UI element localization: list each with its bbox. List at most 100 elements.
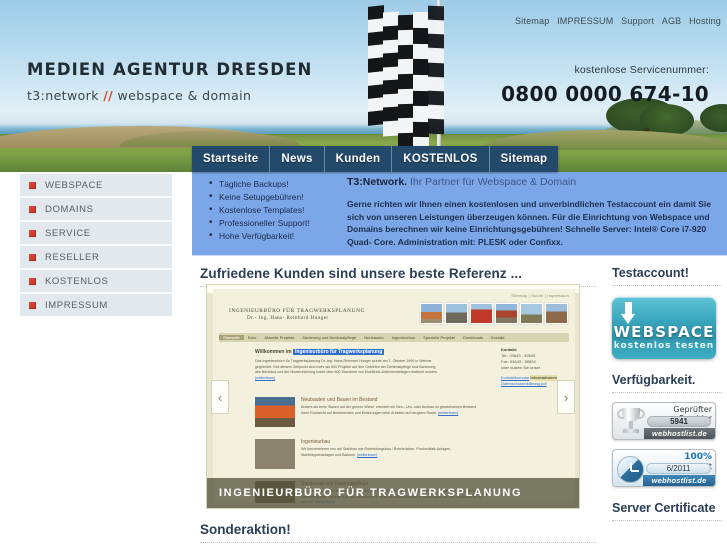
square-bullet-icon [29, 301, 36, 309]
square-bullet-icon [29, 253, 36, 261]
sidebar-item-label: WEBSPACE [45, 179, 103, 191]
carousel-next-button[interactable]: › [557, 380, 575, 414]
promo-body-text: Gerne richten wir Ihnen einen kostenlose… [347, 199, 711, 247]
shot-nav-buero: Büro [247, 335, 257, 340]
carousel-prev-button[interactable]: ‹ [211, 380, 229, 414]
logo-tagline: t3:network // webspace & domain [27, 87, 312, 103]
shot-nav-neubauten: Neubauten [364, 335, 384, 340]
sidebar-item-domains[interactable]: DOMAINS [20, 198, 172, 220]
webspace-button-line2: kostenlos testen [613, 341, 715, 351]
shot-firm-line1: INGENIEURBÜRO FÜR TRAGWERKSPLANUNG [229, 308, 366, 314]
right-sidebar: Testaccount! WEBSPACE kostenlos testen V… [612, 256, 722, 545]
rsb-divider [612, 520, 722, 521]
shot-utility-nav: Sitemap | Suche | Impressum [511, 293, 569, 298]
badge2-source: webhostlist.de [643, 475, 715, 486]
section-title-sonderaktion: Sonderaktion! [200, 522, 291, 537]
page-title: Zufriedene Kunden sind unsere beste Refe… [200, 266, 523, 281]
sidebar-item-label: IMPRESSUM [45, 299, 108, 311]
shot-contact-note: oder nutzen Sie unser [501, 365, 541, 370]
section-divider [200, 542, 596, 543]
trophy-icon [617, 407, 645, 437]
badge1-source: webhostlist.de [644, 428, 715, 439]
service-number: 0800 0000 674-10 [501, 82, 709, 106]
topnav-support[interactable]: Support [621, 16, 654, 26]
main-navigation[interactable]: Startseite News Kunden KOSTENLOS Sitemap [192, 146, 559, 172]
shot-nav-projekte: Aktuelle Projekte [264, 335, 295, 340]
badge2-value: 6/2011 [646, 463, 711, 474]
square-bullet-icon [29, 229, 36, 237]
page-root: Sitemap IMPRESSUM Support AGB Hosting ME… [0, 0, 727, 545]
customer-website-screenshot: Sitemap | Suche | Impressum INGENIEURBÜR… [213, 289, 575, 503]
nav-sitemap[interactable]: Sitemap [490, 146, 559, 172]
sidebar-item-label: RESELLER [45, 251, 100, 263]
topnav-hosting[interactable]: Hosting [689, 16, 721, 26]
promo-bullet: Tägliche Backups! [209, 177, 310, 191]
promo-bullet: Hohe Verfügbarkeit! [209, 229, 310, 243]
availability-title: Verfügbarkeit. [612, 373, 696, 387]
main-content: Zufriedene Kunden sind unsere beste Refe… [192, 256, 604, 545]
service-label: kostenlose Servicenummer: [574, 64, 709, 76]
square-bullet-icon [29, 205, 36, 213]
logo-slash: // [103, 87, 114, 103]
site-logo[interactable]: MEDIEN AGENTUR DRESDEN t3:network // web… [27, 60, 313, 103]
sidebar-item-impressum[interactable]: IMPRESSUM [20, 294, 172, 316]
webhostlist-availability-badge[interactable]: 100% Verfügbarkeit 6/2011 webhostlist.de [612, 449, 716, 487]
square-bullet-icon [29, 277, 36, 285]
shot-welcome: Willkommen im Ingenieurbüro für Tragwerk… [255, 349, 385, 355]
sidebar-item-service[interactable]: SERVICE [20, 222, 172, 244]
testaccount-title: Testaccount! [612, 266, 689, 280]
sidebar-item-label: DOMAINS [45, 203, 94, 215]
arrow-down-icon [621, 302, 635, 324]
sidebar-item-webspace[interactable]: WEBSPACE [20, 174, 172, 196]
shot-block-text: Wir konzentrieren uns auf Stahlbau wie R… [301, 447, 481, 458]
badge1-value: 5941 [647, 416, 711, 427]
sidebar-item-reseller[interactable]: RESELLER [20, 246, 172, 268]
shot-thumb [545, 303, 568, 324]
rsb-divider [612, 392, 722, 393]
shot-thumb [495, 303, 518, 324]
nav-kunden[interactable]: Kunden [325, 146, 393, 172]
shot-intro-body: Das Ingenieurbüro für Tragwerksplanung D… [255, 359, 438, 374]
logo-title: MEDIEN AGENTUR DRESDEN [27, 60, 313, 79]
logo-suffix: webspace & domain [117, 87, 252, 103]
shot-nav-kontakt: Kontakt [490, 335, 505, 340]
shot-thumb [445, 303, 468, 324]
checkered-flag-icon [368, 0, 446, 155]
shot-thumb [520, 303, 543, 324]
sidebar-item-kostenlos[interactable]: KOSTENLOS [20, 270, 172, 292]
nav-kostenlos[interactable]: KOSTENLOS [392, 146, 490, 172]
shot-block-text: Anders als beim 'Bauen auf der grünen Wi… [301, 405, 481, 416]
badge2-percent: 100% [684, 452, 712, 462]
nav-startseite[interactable]: Startseite [192, 146, 271, 172]
shot-block-link: [weiterlesen] [438, 410, 459, 415]
reference-carousel[interactable]: Sitemap | Suche | Impressum INGENIEURBÜR… [206, 284, 580, 509]
shot-firm-name: INGENIEURBÜRO FÜR TRAGWERKSPLANUNG Dr.- … [229, 307, 365, 323]
promo-bullet: Professioneller Support! [209, 216, 310, 230]
topnav-sitemap[interactable]: Sitemap [515, 16, 549, 26]
promo-feature-list: Tägliche Backups! Keine Setupgebühren! K… [205, 177, 310, 243]
webspace-test-button[interactable]: WEBSPACE kostenlos testen [612, 297, 716, 359]
shot-contact-link: Kontaktformular [501, 375, 530, 380]
logo-prefix: t3:network [27, 87, 99, 103]
shot-nav-sanierung: Sanierung und Denkmalpflege [302, 335, 357, 340]
shot-nav-downloads: Downloads [463, 335, 483, 340]
webspace-button-line1: WEBSPACE [613, 323, 715, 341]
topnav-agb[interactable]: AGB [662, 16, 682, 26]
topnav-impressum[interactable]: IMPRESSUM [557, 16, 613, 26]
webhostlist-provider-badge[interactable]: Geprüfter Provider 5941 webhostlist.de [612, 402, 716, 440]
shot-intro-link: [weiterlesen] [255, 375, 276, 380]
nav-news[interactable]: News [270, 146, 325, 172]
shot-thumbnail-strip [420, 303, 568, 324]
shot-nav-spezielle: Spezielle Projekte [423, 335, 456, 340]
top-utility-nav[interactable]: Sitemap IMPRESSUM Support AGB Hosting [510, 16, 721, 26]
shot-intro-text: Das Ingenieurbüro für Tragwerksplanung D… [255, 359, 440, 381]
shot-thumb [470, 303, 493, 324]
shot-nav-ingenieurbau: Ingenieurbau [391, 335, 416, 340]
service-number-block: kostenlose Servicenummer: 0800 0000 674-… [501, 64, 709, 106]
shot-thumb [420, 303, 443, 324]
rsb-divider [612, 285, 722, 286]
clock-icon [617, 456, 644, 483]
carousel-caption-bar: INGENIEURBÜRO FÜR TRAGWERKSPLANUNG [207, 478, 579, 508]
shot-block-image [255, 439, 295, 469]
shot-firm-line2: Dr.- Ing. Hans- Reinhard Hunger [247, 316, 329, 321]
